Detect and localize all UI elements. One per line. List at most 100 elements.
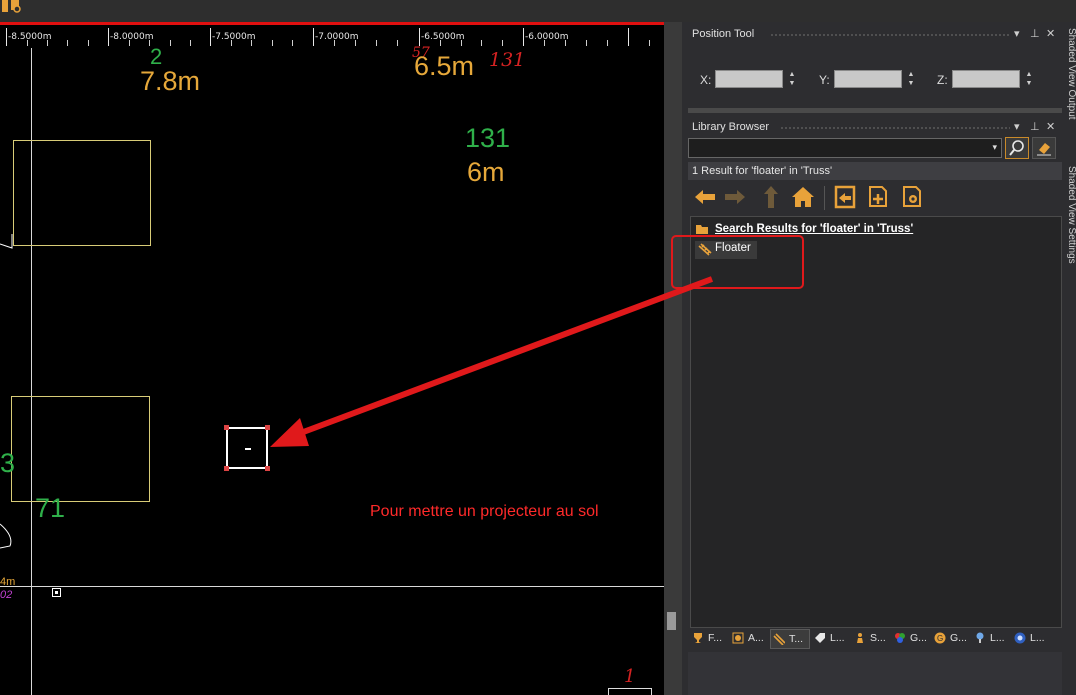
tab-truss[interactable]: T... <box>770 629 810 649</box>
x-spinner[interactable]: ▲ ▼ <box>786 70 798 88</box>
import-icon <box>834 185 856 209</box>
selection-handle[interactable] <box>265 466 270 471</box>
z-spinner[interactable]: ▲ ▼ <box>1023 70 1035 88</box>
z-field[interactable] <box>952 70 1020 88</box>
forward-button[interactable] <box>722 184 748 212</box>
dropdown-arrow-icon[interactable]: ▾ <box>1014 120 1020 133</box>
tree-root-label: Search Results for 'floater' in 'Truss' <box>715 223 914 235</box>
tab-gels[interactable]: G... <box>892 629 930 649</box>
truss-outline[interactable] <box>13 140 151 246</box>
settings-document-icon <box>903 186 921 207</box>
y-spinner[interactable]: ▲ ▼ <box>905 70 917 88</box>
import-button[interactable] <box>832 184 858 212</box>
canvas-scrollbar[interactable] <box>664 22 682 695</box>
fixture-number-label: 71 <box>35 493 66 523</box>
search-icon <box>1009 140 1024 156</box>
top-toolbar <box>0 0 1076 22</box>
library-search-input[interactable]: ▾ <box>688 138 1002 158</box>
tab-lenses[interactable]: L... <box>1012 629 1052 649</box>
drawing-canvas[interactable]: -8.5000m -8.0000m -7.5000m -7.0000m -6.5… <box>0 22 664 695</box>
home-button[interactable] <box>790 184 816 212</box>
tab-label: L... <box>1030 632 1045 644</box>
lamp-icon <box>976 632 984 643</box>
floater-fixture-symbol[interactable] <box>224 425 270 471</box>
arrow-right-icon <box>725 190 745 204</box>
back-button[interactable] <box>692 184 718 212</box>
drag-grip[interactable] <box>770 33 1010 38</box>
truss-icon <box>773 633 785 645</box>
position-fields: X: ▲ ▼ Y: ▲ ▼ Z: ▲ ▼ <box>688 68 1060 92</box>
ruler-tick <box>88 40 89 46</box>
shaded-view-output-tab[interactable]: Shaded View Output <box>1066 28 1076 120</box>
label-icon <box>815 633 825 643</box>
x-field[interactable] <box>715 70 783 88</box>
details-area <box>688 652 1062 695</box>
fixture-id-label: 131 <box>489 49 526 71</box>
home-icon <box>792 187 814 207</box>
ruler-tick <box>397 40 398 46</box>
fixture-number-label: 2 <box>150 44 163 69</box>
svg-text:G: G <box>937 634 943 643</box>
new-item-button[interactable] <box>866 184 892 212</box>
ruler-tick <box>607 40 608 46</box>
tab-lamps[interactable]: L... <box>972 629 1010 649</box>
pin-icon[interactable]: ⊥ <box>1030 27 1040 40</box>
selection-handle[interactable] <box>224 425 229 430</box>
horizontal-ruler: -8.5000m -8.0000m -7.5000m -7.0000m -6.5… <box>0 22 664 48</box>
fixture-number-label: 3 <box>0 448 16 478</box>
ruler-tick <box>170 40 171 46</box>
scrollbar-thumb[interactable] <box>667 612 676 630</box>
panel-splitter[interactable] <box>688 108 1062 113</box>
result-count-text: 1 Result for 'floater' in 'Truss' <box>692 165 833 177</box>
dropdown-arrow-icon[interactable]: ▾ <box>1014 27 1020 40</box>
ruler-tick <box>108 28 109 46</box>
shaded-view-settings-tab[interactable]: Shaded View Settings <box>1066 166 1076 264</box>
toolbar-icon[interactable] <box>0 0 22 14</box>
lens-icon <box>1014 632 1026 644</box>
trophy-icon <box>694 633 702 643</box>
truss-outline[interactable] <box>11 396 150 502</box>
tab-fixtures[interactable]: A... <box>730 629 768 649</box>
partial-shape <box>0 234 13 249</box>
search-button[interactable] <box>1005 137 1029 159</box>
up-button[interactable] <box>758 184 784 212</box>
distance-label: 4m <box>0 576 16 588</box>
close-icon[interactable]: ✕ <box>1046 120 1055 133</box>
chevron-down-icon[interactable]: ▾ <box>992 142 997 153</box>
tab-scenery[interactable]: S... <box>852 629 890 649</box>
ruler-tick <box>313 28 314 46</box>
tab-gobos[interactable]: G G... <box>932 629 970 649</box>
distance-label: 6.5m <box>414 51 475 81</box>
close-icon[interactable]: ✕ <box>1046 27 1055 40</box>
fixture-dash <box>245 448 251 450</box>
ruler-tick <box>67 40 68 46</box>
y-label: Y: <box>819 73 830 87</box>
tab-labels[interactable]: L... <box>812 629 850 649</box>
small-fixture-marker[interactable] <box>52 588 61 597</box>
tab-favorites[interactable]: F... <box>690 629 728 649</box>
figure-icon <box>857 633 863 643</box>
partial-object[interactable] <box>608 688 652 695</box>
ruler-label: -6.0000m <box>525 32 569 42</box>
fixture-number-label: 131 <box>465 123 511 153</box>
color-icon <box>895 633 905 643</box>
drag-grip[interactable] <box>780 126 1010 131</box>
position-tool-header: Position Tool ▾ ⊥ ✕ <box>688 24 1064 44</box>
tab-label: A... <box>748 632 764 644</box>
y-field[interactable] <box>834 70 902 88</box>
settings-button[interactable] <box>900 184 926 212</box>
ruler-label: -8.5000m <box>8 32 52 42</box>
guide-line-horizontal <box>0 586 664 587</box>
selection-handle[interactable] <box>224 466 229 471</box>
tab-label: G... <box>950 632 967 644</box>
ruler-tick <box>419 28 420 46</box>
ruler-tick <box>523 28 524 46</box>
pin-icon[interactable]: ⊥ <box>1030 120 1040 133</box>
ruler-tick <box>628 28 629 46</box>
ruler-label: -6.5000m <box>421 32 465 42</box>
clear-search-button[interactable] <box>1032 137 1056 159</box>
selection-handle[interactable] <box>265 425 270 430</box>
tab-label: L... <box>830 632 845 644</box>
ruler-tick <box>6 28 7 46</box>
ruler-tick <box>376 40 377 46</box>
